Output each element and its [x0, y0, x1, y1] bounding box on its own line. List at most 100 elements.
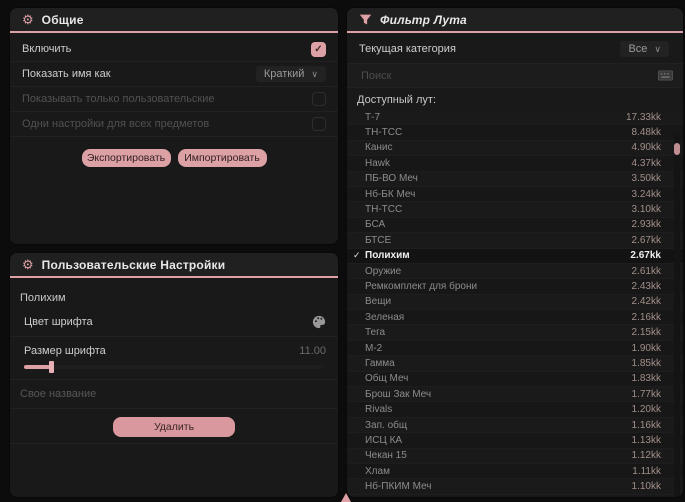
loot-item-name: ПБ-ВО Меч	[365, 173, 418, 185]
custom-name-input[interactable]: Свое название	[10, 382, 338, 406]
scrollbar-thumb[interactable]	[674, 143, 680, 155]
slider-fill	[24, 365, 50, 369]
checkmark-icon: ✓	[314, 43, 323, 55]
custom-only-label: Показывать только пользовательские	[22, 93, 215, 105]
window-general-titlebar[interactable]: ⚙ Общие	[10, 8, 338, 33]
available-loot-label: Доступный лут:	[357, 94, 437, 106]
slider-handle[interactable]	[49, 361, 54, 373]
loot-item-name: Нб-ПКИМ Меч	[365, 481, 432, 493]
enable-checkbox[interactable]: ✓	[311, 41, 326, 57]
loot-row[interactable]: ИСЦ КА 1.13kk	[347, 433, 683, 449]
loot-item-value: 1.83kk	[631, 373, 661, 385]
loot-item-value: 4.90kk	[631, 142, 661, 154]
loot-row[interactable]: БСА 2.93kk	[347, 217, 683, 234]
loot-row[interactable]: Зеленая 2.16kk	[347, 310, 683, 326]
funnel-icon	[359, 13, 372, 26]
category-label: Текущая категория	[359, 43, 456, 55]
loot-row[interactable]: Зап. общ 1.16kk	[347, 417, 683, 434]
loot-row[interactable]: Чекан 15 1.12kk	[347, 448, 683, 464]
resize-grip[interactable]	[341, 493, 351, 502]
loot-item-value: 3.24kk	[631, 188, 661, 200]
loot-item-name: Hawk	[365, 157, 391, 169]
loot-row[interactable]: БТСЕ 2.67kk	[347, 233, 683, 249]
loot-row[interactable]: Гамма 1.85kk	[347, 356, 683, 372]
gear-icon: ⚙	[22, 12, 34, 27]
loot-item-name: Зеленая	[365, 311, 405, 323]
loot-row[interactable]: ТН-ТСС 3.10kk	[347, 202, 683, 218]
loot-item-name: Ремкомплект для брони	[365, 280, 478, 292]
loot-row[interactable]: Тега 2.15kk	[347, 325, 683, 341]
category-dropdown[interactable]: Все ∨	[620, 41, 669, 57]
enable-label: Включить	[22, 43, 72, 55]
loot-list-scrollbar[interactable]	[674, 133, 680, 497]
loot-row[interactable]: Вещи 2.42kk	[347, 294, 683, 311]
search-input[interactable]: Поиск	[347, 63, 683, 88]
keyboard-icon[interactable]	[658, 70, 673, 81]
font-size-slider[interactable]	[24, 361, 324, 373]
palette-icon[interactable]	[312, 315, 326, 329]
loot-item-name: Общ Меч	[365, 373, 409, 385]
checkmark-icon: ✓	[353, 250, 361, 261]
loot-item-value: 1.90kk	[631, 342, 661, 354]
window-user-settings-titlebar[interactable]: ⚙ Пользовательские Настройки	[10, 253, 338, 278]
loot-row[interactable]: Ремкомплект для брони 2.43kk	[347, 279, 683, 295]
loot-item-value: 2.61kk	[631, 265, 661, 277]
same-settings-checkbox[interactable]	[312, 117, 326, 131]
loot-item-name: Канис	[365, 142, 393, 154]
loot-row[interactable]: Канис 4.90kk	[347, 140, 683, 157]
category-value: Все	[628, 43, 648, 55]
loot-item-value: 1.13kk	[631, 434, 661, 446]
loot-item-value: 2.43kk	[631, 280, 661, 292]
window-loot-filter: Фильтр Лута Текущая категория Все ∨ Поис…	[347, 8, 683, 497]
loot-row[interactable]: Rivals 1.20kk	[347, 402, 683, 418]
user-settings-icon: ⚙	[22, 257, 34, 272]
setting-row-same-settings: Одни настройки для всех предметов	[10, 112, 338, 137]
window-loot-filter-title: Фильтр Лута	[380, 12, 467, 27]
loot-row[interactable]: Нб-ПКИМ Меч 1.10kk	[347, 479, 683, 495]
loot-item-value: 3.10kk	[631, 204, 661, 216]
loot-row[interactable]: Нб-БК Меч 3.24kk	[347, 186, 683, 203]
delete-button[interactable]: Удалить	[113, 417, 235, 437]
chevron-down-icon: ∨	[654, 43, 661, 54]
loot-item-name: ИСЦ КА	[365, 434, 403, 446]
window-general: ⚙ Общие Включить ✓ Показать имя как Крат…	[10, 8, 338, 244]
window-loot-filter-titlebar[interactable]: Фильтр Лута	[347, 8, 683, 33]
loot-row[interactable]: М-2 1.90kk	[347, 340, 683, 357]
setting-row-name-display: Показать имя как Краткий ∨	[10, 62, 338, 87]
loot-row[interactable]: Общ Меч 1.83kk	[347, 371, 683, 388]
loot-item-value: 2.16kk	[631, 311, 661, 323]
setting-row-enable: Включить ✓	[10, 37, 338, 62]
loot-item-value: 2.93kk	[631, 219, 661, 231]
name-display-dropdown[interactable]: Краткий ∨	[255, 66, 326, 82]
import-button[interactable]: Импортировать	[177, 149, 267, 167]
loot-item-name: Зап. общ	[365, 419, 408, 431]
loot-item-value: 8.48kk	[631, 127, 661, 139]
loot-item-name: Оружие	[365, 265, 402, 277]
custom-name-placeholder: Свое название	[20, 388, 97, 400]
loot-row[interactable]: Оружие 2.61kk	[347, 263, 683, 280]
custom-only-checkbox[interactable]	[312, 92, 326, 106]
loot-item-value: 1.77kk	[631, 388, 661, 400]
loot-row[interactable]: ТН-ТСС 8.48kk	[347, 125, 683, 141]
loot-row[interactable]: Хлам 1.11kk	[347, 463, 683, 480]
loot-item-value: 2.15kk	[631, 327, 661, 339]
loot-row[interactable]: Hawk 4.37kk	[347, 156, 683, 172]
loot-row[interactable]: ✓ Полихим 2.67kk	[347, 248, 683, 264]
export-button[interactable]: Экспортировать	[81, 149, 171, 167]
loot-item-value: 1.11kk	[632, 465, 661, 477]
loot-item-name: Т-7	[365, 111, 380, 123]
loot-item-name: Брош Зак Меч	[365, 388, 432, 400]
loot-item-value: 3.50kk	[631, 173, 661, 185]
selected-item-name: Полихим	[20, 292, 66, 304]
loot-row[interactable]: Т-7 17.33kk	[347, 110, 683, 126]
window-user-settings: ⚙ Пользовательские Настройки Полихим Цве…	[10, 253, 338, 497]
loot-row[interactable]: Брош Зак Меч 1.77kk	[347, 387, 683, 403]
loot-item-name: БСА	[365, 219, 386, 231]
loot-item-name: Хлам	[365, 465, 390, 477]
loot-item-value: 1.10kk	[631, 481, 661, 493]
search-placeholder: Поиск	[361, 69, 392, 82]
loot-item-value: 2.67kk	[631, 234, 661, 246]
loot-row[interactable]: ПБ-ВО Меч 3.50kk	[347, 171, 683, 187]
window-user-settings-title: Пользовательские Настройки	[41, 257, 226, 272]
font-color-row: Цвет шрифта	[10, 310, 338, 334]
